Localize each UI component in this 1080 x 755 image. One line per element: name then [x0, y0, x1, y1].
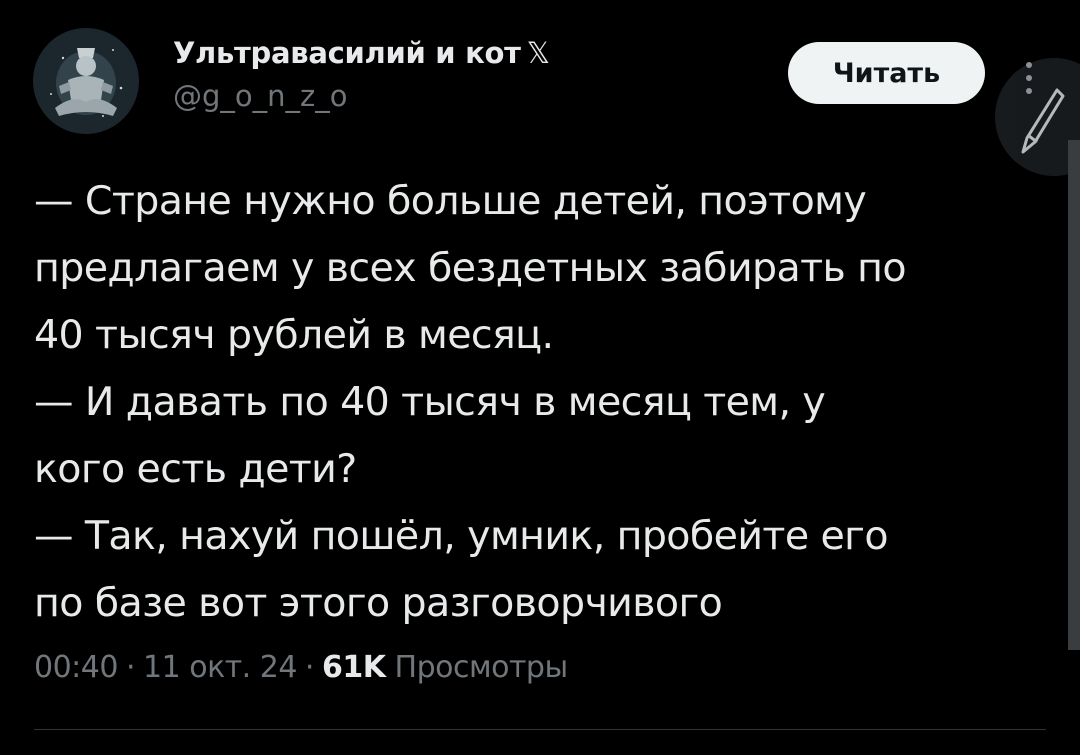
more-vertical-icon [1026, 62, 1032, 94]
tweet-line: — Так, нахуй пошёл, умник, пробейте его [34, 513, 889, 559]
divider [34, 729, 1046, 730]
avatar[interactable] [33, 28, 139, 134]
tweet-line: 40 тысяч рублей в месяц. [34, 312, 554, 358]
author-handle[interactable]: @g_o_n_z_o [173, 80, 550, 112]
meta-separator: · [304, 650, 315, 685]
follow-read-button[interactable]: Читать [788, 42, 985, 104]
tweet-line: предлагаем у всех бездетных забирать по [34, 245, 907, 291]
more-options-button[interactable] [1009, 58, 1049, 98]
tweet-date[interactable]: 11 окт. 24 [143, 650, 297, 685]
meta-separator: · [125, 650, 136, 685]
author-name-block: Ультравасилий и кот 𝕏 @g_o_n_z_o [173, 36, 550, 112]
views-count: 61K [321, 650, 386, 685]
tweet-line: — И давать по 40 тысяч в месяц тем, у [34, 379, 826, 425]
tweet-text: — Стране нужно больше детей, поэтому пре… [34, 168, 1044, 637]
tweet-line: по базе вот этого разговорчивого [34, 580, 723, 626]
author-display-name-text[interactable]: Ультравасилий и кот [173, 36, 521, 70]
tweet-time[interactable]: 00:40 [34, 650, 118, 685]
tweet-line: — Стране нужно больше детей, поэтому [34, 178, 867, 224]
author-x-emoji: 𝕏 [526, 36, 550, 70]
tweet-header: Ультравасилий и кот 𝕏 @g_o_n_z_o Читать [0, 0, 1080, 176]
tweet-meta: 00:40 · 11 окт. 24 · 61K Просмотры [34, 648, 568, 688]
avatar-image [33, 28, 139, 134]
scrollbar[interactable] [1068, 140, 1080, 650]
views-label: Просмотры [394, 650, 569, 685]
author-display-name[interactable]: Ультравасилий и кот 𝕏 [173, 36, 550, 70]
tweet-line: кого есть дети? [34, 446, 357, 492]
